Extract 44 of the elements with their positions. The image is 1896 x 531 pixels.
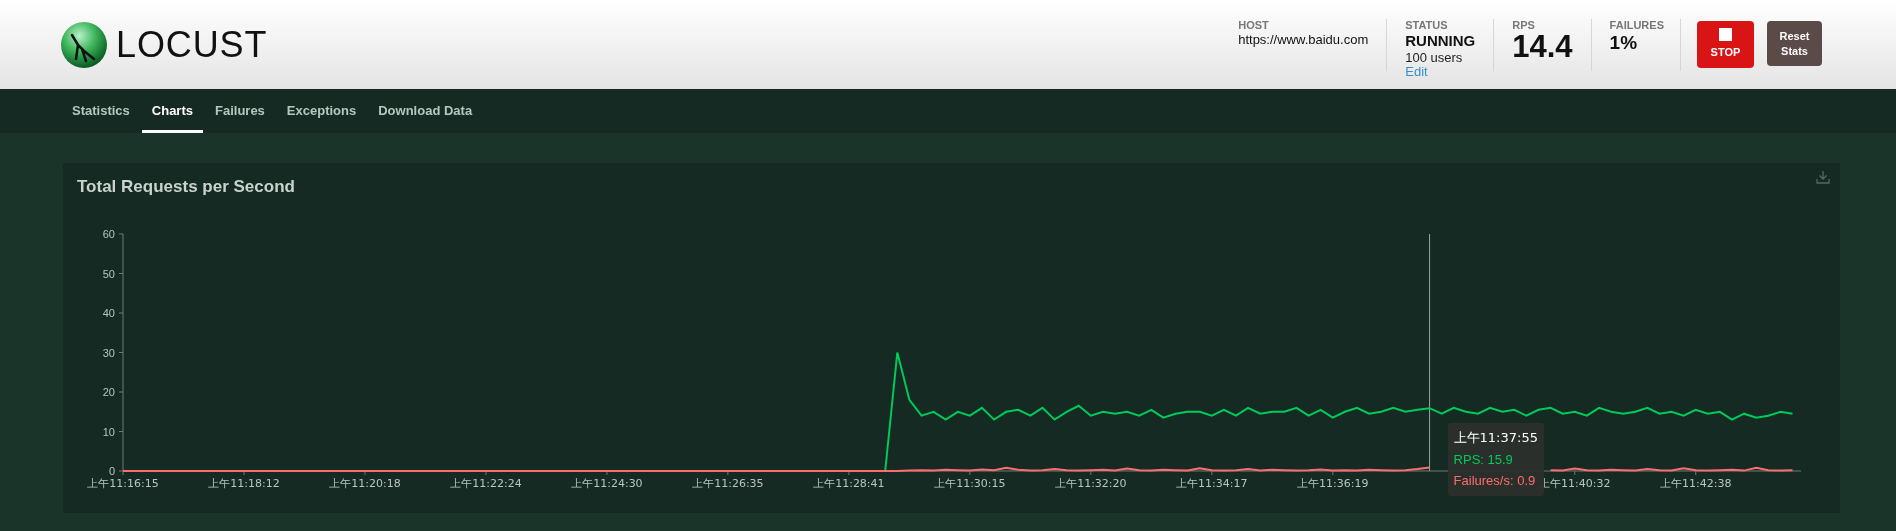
y-tick-label: 60 xyxy=(102,228,115,240)
stat-value: 1% xyxy=(1609,31,1639,54)
stop-button[interactable]: STOP xyxy=(1697,21,1754,68)
y-tick-label: 20 xyxy=(102,386,115,398)
x-tick-label: 上午11:28:41 xyxy=(813,477,885,490)
x-tick-label: 上午11:40:32 xyxy=(1539,477,1611,490)
x-tick-label: 上午11:36:19 xyxy=(1297,477,1369,490)
reset-stats-button[interactable]: Reset Stats xyxy=(1767,21,1822,66)
x-tick-label: 上午11:42:38 xyxy=(1660,477,1732,490)
x-tick-label: 上午11:18:12 xyxy=(208,477,280,490)
stat-label: RPS xyxy=(1512,18,1536,32)
stat-label: FAILURES xyxy=(1609,18,1664,32)
logo-icon xyxy=(60,20,108,69)
y-tick-label: 30 xyxy=(102,346,115,359)
stat-value: RUNNING xyxy=(1405,31,1476,50)
stop-icon xyxy=(1719,28,1732,42)
nav-tab[interactable]: Download Data xyxy=(368,89,483,133)
x-tick-label: 上午11:24:30 xyxy=(571,477,643,490)
stat-label: STATUS xyxy=(1405,18,1449,32)
x-tick-label: 上午11:20:18 xyxy=(329,477,401,490)
chart-title: Total Requests per Second xyxy=(77,176,295,198)
nav-tab[interactable]: Statistics xyxy=(62,89,140,133)
tooltip-value: RPS: 15.9 xyxy=(1453,450,1514,469)
y-tick-label: 10 xyxy=(102,425,115,438)
y-tick-label: 50 xyxy=(102,267,115,280)
tooltip-value: Failures/s: 0.9 xyxy=(1453,472,1537,490)
stat-label: HOST xyxy=(1238,18,1270,32)
tooltip-time: 上午11:37:55 xyxy=(1453,429,1538,447)
nav-tab[interactable]: Exceptions xyxy=(276,89,367,133)
stat-value: https://www.baidu.com xyxy=(1238,31,1369,48)
x-tick-label: 上午11:26:35 xyxy=(692,477,764,490)
nav-tab[interactable]: Failures xyxy=(205,89,275,133)
x-tick-label: 上午11:32:20 xyxy=(1055,477,1127,490)
x-tick-label: 上午11:22:24 xyxy=(450,477,522,490)
user-count: 100 users xyxy=(1405,49,1464,65)
download-icon[interactable] xyxy=(1816,170,1830,184)
stat-value: 14.4 xyxy=(1512,31,1573,62)
x-tick-label: 上午11:30:15 xyxy=(934,477,1006,490)
x-tick-label: 上午11:16:15 xyxy=(87,477,159,490)
logo-text: LOCUST xyxy=(116,26,268,63)
y-tick-label: 40 xyxy=(102,307,115,319)
x-tick-label: 上午11:34:17 xyxy=(1176,477,1248,490)
nav-tab[interactable]: Charts xyxy=(141,89,203,133)
y-tick-label: 0 xyxy=(108,465,115,477)
